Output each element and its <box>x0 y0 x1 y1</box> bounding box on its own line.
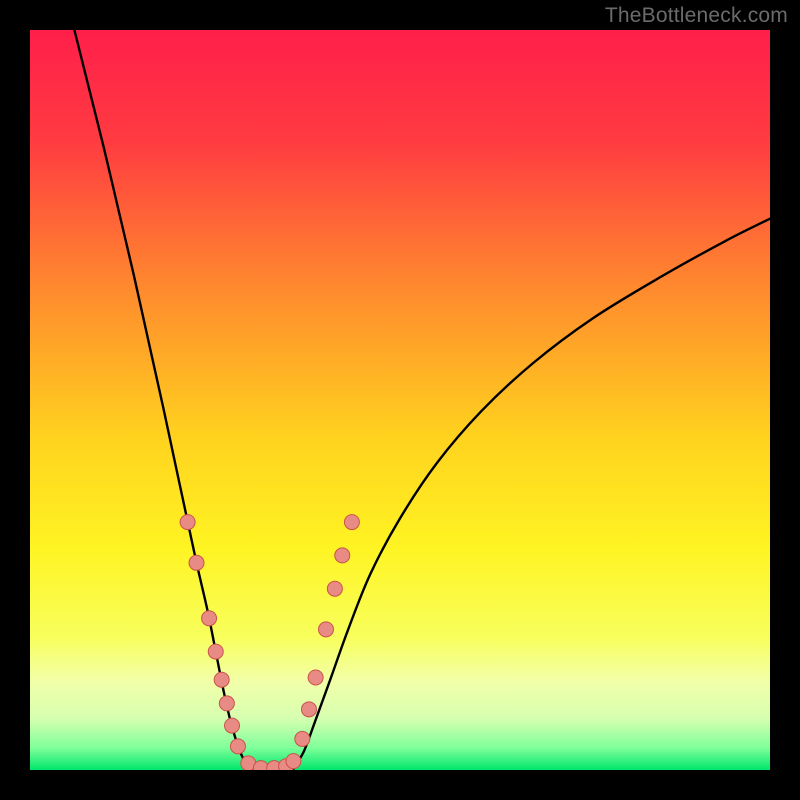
plot-area <box>30 30 770 770</box>
chart-frame: TheBottleneck.com <box>0 0 800 800</box>
data-marker <box>295 731 310 746</box>
data-marker <box>214 672 229 687</box>
data-marker <box>225 718 240 733</box>
data-marker <box>301 702 316 717</box>
bottleneck-curve <box>30 30 770 770</box>
data-marker <box>189 555 204 570</box>
data-marker <box>180 515 195 530</box>
watermark-text: TheBottleneck.com <box>605 4 788 28</box>
data-marker <box>308 670 323 685</box>
data-marker <box>335 548 350 563</box>
data-marker <box>230 739 245 754</box>
data-marker <box>327 581 342 596</box>
data-marker <box>202 611 217 626</box>
data-marker <box>344 515 359 530</box>
data-marker <box>208 644 223 659</box>
data-marker <box>319 622 334 637</box>
data-marker <box>286 754 301 769</box>
data-marker <box>219 696 234 711</box>
